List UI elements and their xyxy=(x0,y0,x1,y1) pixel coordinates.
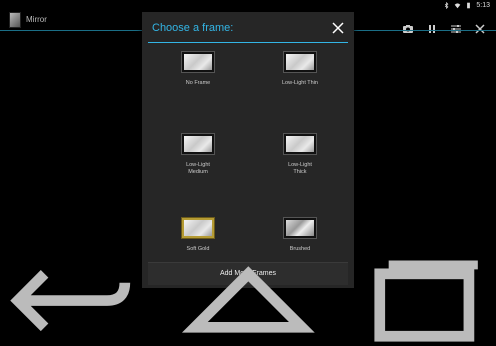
status-icons: 5:13 xyxy=(443,0,490,10)
settings-sliders-icon[interactable] xyxy=(450,23,462,35)
choose-frame-dialog: Choose a frame: No Frame Low-Light Thin … xyxy=(142,12,354,288)
frame-thumbnail xyxy=(284,134,316,154)
frame-thumbnail xyxy=(182,52,214,72)
frame-label: Brushed xyxy=(289,246,311,252)
frame-label: Soft Gold xyxy=(186,246,210,252)
action-icons xyxy=(402,23,486,35)
frame-thumbnail xyxy=(284,218,316,238)
frame-thumbnail xyxy=(182,134,214,154)
close-icon[interactable] xyxy=(474,23,486,35)
status-bar: 5:13 xyxy=(0,0,496,10)
battery-icon xyxy=(467,2,471,8)
recents-icon[interactable] xyxy=(353,256,496,345)
frame-option-no-frame[interactable]: No Frame xyxy=(158,52,238,87)
home-icon[interactable] xyxy=(177,256,320,345)
status-time: 5:13 xyxy=(476,1,490,9)
wifi-icon xyxy=(455,2,461,8)
frame-label: Low-Light Thick xyxy=(288,162,312,175)
dialog-close-icon[interactable] xyxy=(332,22,344,34)
frame-option-low-light-thick[interactable]: Low-Light Thick xyxy=(260,134,340,176)
frame-label: No Frame xyxy=(185,80,211,86)
frame-label: Low-Light Medium xyxy=(186,162,210,175)
app-title: Mirror xyxy=(26,15,47,24)
frame-thumbnail xyxy=(182,218,214,238)
pause-icon[interactable] xyxy=(426,23,438,35)
navigation-bar xyxy=(0,260,496,343)
camera-icon[interactable] xyxy=(402,23,414,35)
frame-label: Low-Light Thin xyxy=(282,80,318,86)
frame-thumbnail xyxy=(284,52,316,72)
frame-option-low-light-medium[interactable]: Low-Light Medium xyxy=(158,134,238,176)
back-icon[interactable] xyxy=(0,256,143,345)
dialog-divider xyxy=(148,42,348,43)
bluetooth-icon xyxy=(445,1,449,9)
dialog-title: Choose a frame: xyxy=(152,22,234,34)
frame-option-low-light-thin[interactable]: Low-Light Thin xyxy=(260,52,340,87)
frame-option-soft-gold[interactable]: Soft Gold xyxy=(158,218,238,253)
mirror-app-icon xyxy=(9,12,21,28)
frame-option-brushed[interactable]: Brushed xyxy=(260,218,340,253)
